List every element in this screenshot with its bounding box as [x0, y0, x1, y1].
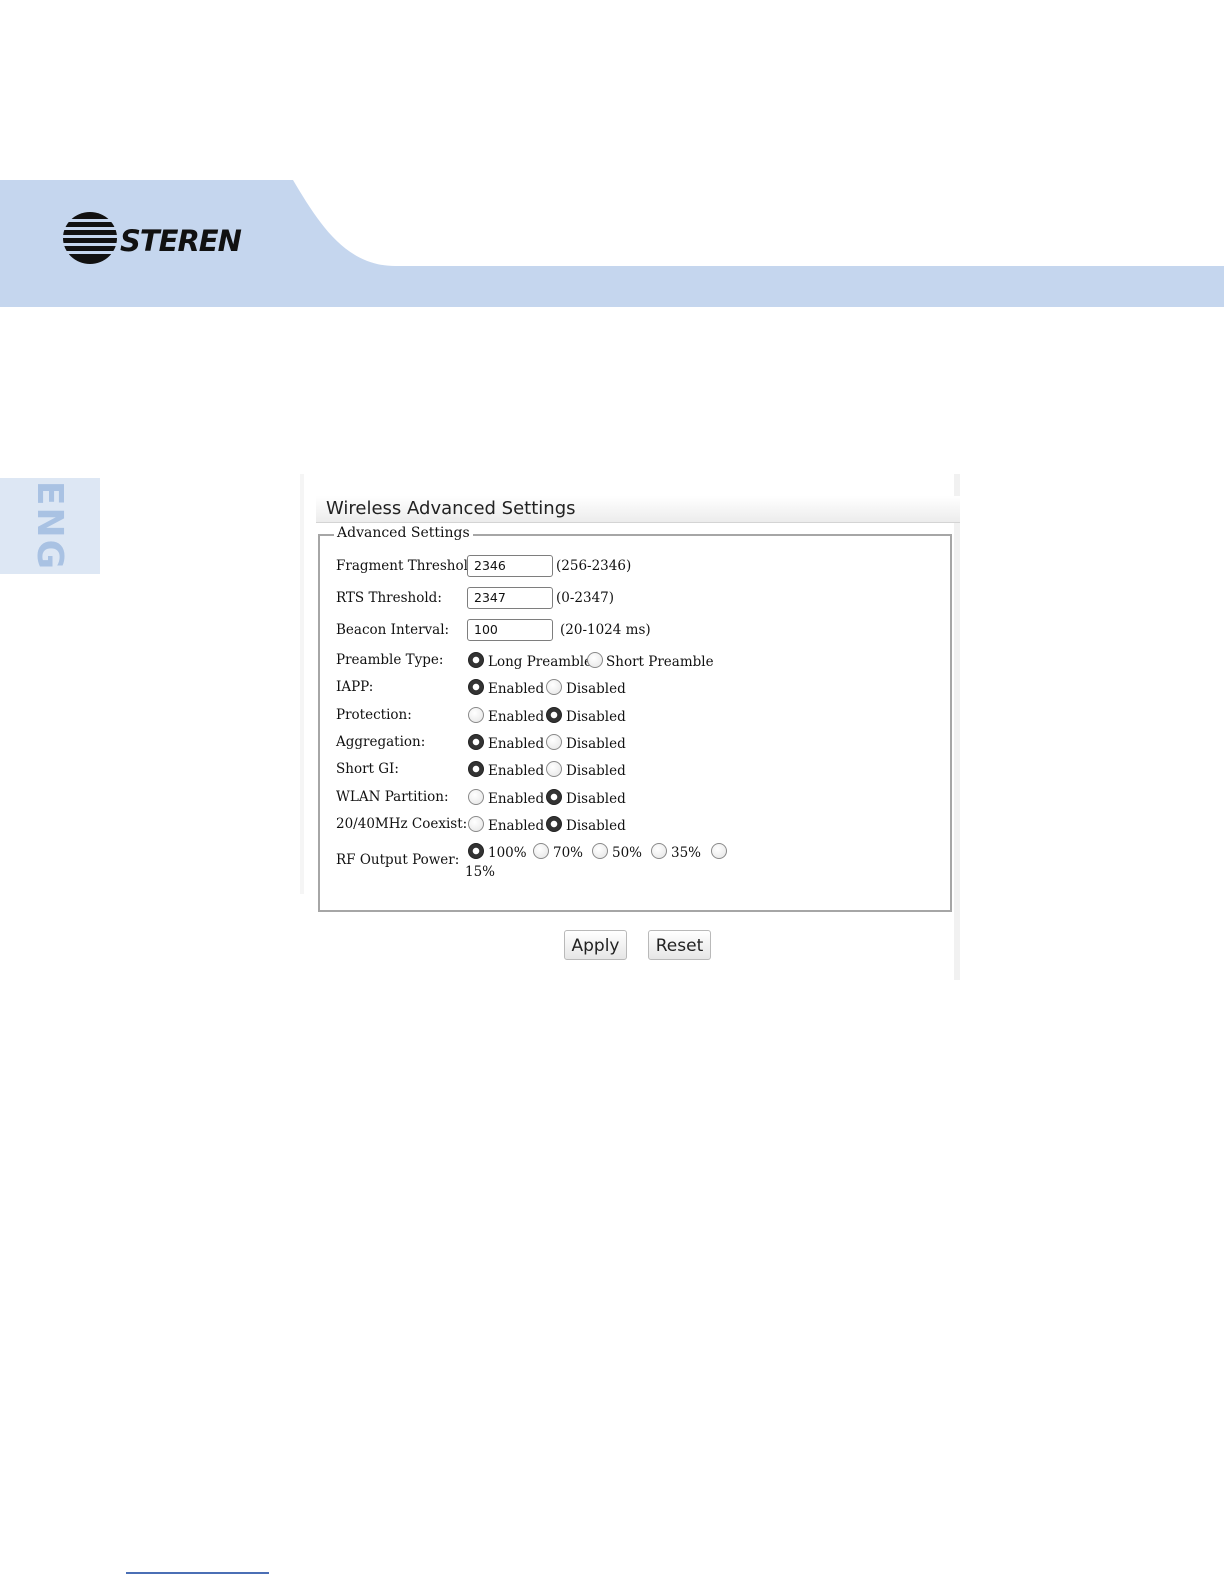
preamble-type-label: Preamble Type: [336, 652, 444, 668]
wlan-partition-enabled-label: Enabled [488, 791, 545, 807]
language-tab-label: ENG [29, 480, 71, 572]
rf-power-35-radio[interactable] [651, 843, 667, 859]
rf-output-power-label: RF Output Power: [336, 852, 460, 868]
footer-divider [126, 1572, 269, 1574]
rts-threshold-range: (0-2347) [556, 590, 615, 606]
rf-power-100-radio[interactable] [468, 843, 484, 859]
panel-shadow-left [300, 474, 304, 894]
iapp-disabled-radio[interactable] [546, 679, 562, 695]
short-preamble-label: Short Preamble [606, 654, 714, 670]
protection-enabled-label: Enabled [488, 709, 545, 725]
coexist-disabled-radio[interactable] [546, 816, 562, 832]
coexist-enabled-radio[interactable] [468, 816, 484, 832]
aggregation-disabled-radio[interactable] [546, 734, 562, 750]
short-gi-enabled-radio[interactable] [468, 761, 484, 777]
rts-threshold-input[interactable]: 2347 [467, 587, 553, 609]
svg-text:STEREN: STEREN [120, 224, 242, 258]
short-gi-label: Short GI: [336, 761, 399, 777]
rf-power-35-label: 35% [671, 845, 702, 861]
fragment-threshold-label: Fragment Threshold: [336, 558, 482, 574]
short-gi-enabled-label: Enabled [488, 763, 545, 779]
long-preamble-radio[interactable] [468, 652, 484, 668]
rf-power-70-label: 70% [553, 845, 584, 861]
rf-power-100-label: 100% [488, 845, 527, 861]
iapp-enabled-radio[interactable] [468, 679, 484, 695]
protection-label: Protection: [336, 707, 412, 723]
beacon-interval-range: (20-1024 ms) [560, 622, 651, 638]
page-title: Wireless Advanced Settings [326, 498, 576, 519]
rf-power-15-radio[interactable] [711, 843, 727, 859]
wlan-partition-enabled-radio[interactable] [468, 789, 484, 805]
short-gi-disabled-label: Disabled [566, 763, 626, 779]
iapp-disabled-label: Disabled [566, 681, 626, 697]
fieldset-legend: Advanced Settings [334, 525, 473, 541]
rf-power-50-radio[interactable] [592, 843, 608, 859]
iapp-enabled-label: Enabled [488, 681, 545, 697]
aggregation-enabled-label: Enabled [488, 736, 545, 752]
coexist-label: 20/40MHz Coexist: [336, 816, 468, 832]
rf-power-70-radio[interactable] [533, 843, 549, 859]
beacon-interval-input[interactable]: 100 [467, 619, 553, 641]
aggregation-disabled-label: Disabled [566, 736, 626, 752]
panel-title-bar: Wireless Advanced Settings [316, 496, 960, 523]
protection-disabled-radio[interactable] [546, 707, 562, 723]
protection-enabled-radio[interactable] [468, 707, 484, 723]
panel-shadow-right [954, 474, 960, 980]
steren-logo: STEREN [62, 212, 243, 264]
coexist-disabled-label: Disabled [566, 818, 626, 834]
wlan-partition-disabled-radio[interactable] [546, 789, 562, 805]
fragment-threshold-range: (256-2346) [556, 558, 632, 574]
short-preamble-radio[interactable] [587, 652, 603, 668]
fragment-threshold-input[interactable]: 2346 [467, 555, 553, 577]
short-gi-disabled-radio[interactable] [546, 761, 562, 777]
protection-disabled-label: Disabled [566, 709, 626, 725]
iapp-label: IAPP: [336, 679, 374, 695]
beacon-interval-label: Beacon Interval: [336, 622, 450, 638]
coexist-enabled-label: Enabled [488, 818, 545, 834]
aggregation-enabled-radio[interactable] [468, 734, 484, 750]
long-preamble-label: Long Preamble [488, 654, 593, 670]
wlan-partition-disabled-label: Disabled [566, 791, 626, 807]
header-band [0, 180, 1224, 307]
apply-button[interactable]: Apply [564, 930, 627, 960]
rf-power-15-label: 15% [465, 864, 496, 880]
rf-power-50-label: 50% [612, 845, 643, 861]
reset-button[interactable]: Reset [648, 930, 711, 960]
rts-threshold-label: RTS Threshold: [336, 590, 442, 606]
language-tab[interactable]: ENG [0, 478, 100, 574]
wlan-partition-label: WLAN Partition: [336, 789, 449, 805]
aggregation-label: Aggregation: [336, 734, 426, 750]
